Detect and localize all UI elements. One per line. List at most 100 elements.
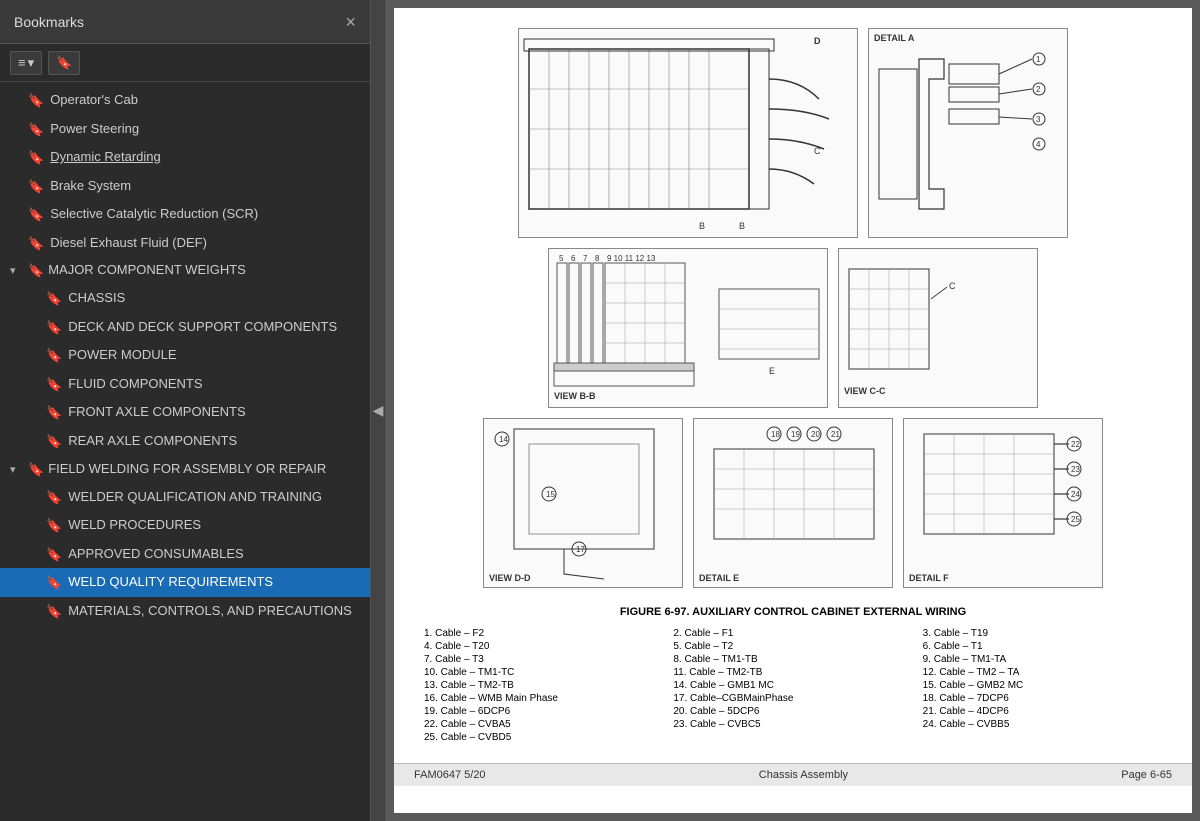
svg-text:20: 20	[811, 430, 820, 439]
svg-text:3: 3	[1036, 115, 1041, 124]
svg-text:15: 15	[546, 490, 555, 499]
svg-text:7: 7	[583, 254, 588, 263]
bookmark-label: Brake System	[50, 177, 360, 195]
diagram-row-top: B B C D DETAIL A	[424, 28, 1162, 238]
bookmark-icon: 🔖	[46, 603, 62, 621]
bookmark-icon: 🔖	[28, 149, 44, 167]
legend-item: 18. Cable – 7DCP6	[923, 693, 1162, 704]
bookmark-item-weld-procedures[interactable]: 🔖 WELD PROCEDURES	[0, 511, 370, 540]
legend-item: 22. Cable – CVBA5	[424, 719, 663, 730]
svg-text:DETAIL F: DETAIL F	[909, 573, 949, 583]
bookmark-icon: 🔖	[46, 574, 62, 592]
footer-left: FAM0647 5/20	[414, 769, 486, 781]
detail-a-drawing: DETAIL A 1 2 3	[868, 28, 1068, 238]
legend-item: 24. Cable – CVBB5	[923, 719, 1162, 730]
chevron-down-icon: ▾	[28, 55, 35, 71]
bookmark-item-welder-qual[interactable]: 🔖 WELDER QUALIFICATION AND TRAINING	[0, 483, 370, 512]
diagram-row-bottom: 14 15 17 VIEW D-D	[424, 418, 1162, 588]
view-options-button[interactable]: ≡ ▾	[10, 51, 42, 75]
bookmark-icon: 🔖	[46, 319, 62, 337]
legend-item: 3. Cable – T19	[923, 628, 1162, 639]
close-button[interactable]: ×	[345, 13, 356, 31]
legend-item: 20. Cable – 5DCP6	[673, 706, 912, 717]
section-label: FIELD WELDING FOR ASSEMBLY OR REPAIR	[48, 461, 360, 476]
svg-text:VIEW D-D: VIEW D-D	[489, 573, 531, 583]
bookmark-item-chassis[interactable]: 🔖 CHASSIS	[0, 284, 370, 313]
bookmark-label: Selective Catalytic Reduction (SCR)	[50, 205, 360, 223]
bookmark-icon-button[interactable]: 🔖	[48, 51, 80, 75]
legend-item: 19. Cable – 6DCP6	[424, 706, 663, 717]
svg-text:C: C	[814, 146, 821, 156]
bookmark-label: FRONT AXLE COMPONENTS	[68, 403, 360, 421]
svg-text:D: D	[814, 36, 821, 46]
section-field-welding[interactable]: ▾ 🔖 FIELD WELDING FOR ASSEMBLY OR REPAIR	[0, 456, 370, 483]
svg-text:1: 1	[1036, 55, 1041, 64]
section-label: MAJOR COMPONENT WEIGHTS	[48, 262, 360, 277]
main-content: B B C D DETAIL A	[386, 0, 1200, 821]
figure-caption: FIGURE 6-97. AUXILIARY CONTROL CABINET E…	[620, 606, 966, 618]
diagram-area: B B C D DETAIL A	[424, 28, 1162, 743]
legend-item: 21. Cable – 4DCP6	[923, 706, 1162, 717]
svg-text:21: 21	[831, 430, 840, 439]
collapse-sidebar-handle[interactable]: ◀	[370, 0, 386, 821]
legend-area: 1. Cable – F22. Cable – F13. Cable – T19…	[424, 628, 1162, 743]
svg-text:VIEW B-B: VIEW B-B	[554, 391, 596, 401]
bookmark-item-def[interactable]: 🔖 Diesel Exhaust Fluid (DEF)	[0, 229, 370, 258]
bookmark-item-scr[interactable]: 🔖 Selective Catalytic Reduction (SCR)	[0, 200, 370, 229]
main-cabinet-drawing: B B C D	[518, 28, 858, 238]
svg-text:19: 19	[791, 430, 800, 439]
bookmark-item-weld-quality[interactable]: 🔖 WELD QUALITY REQUIREMENTS	[0, 568, 370, 597]
bookmark-icon: 🔖	[56, 55, 72, 71]
bookmark-icon: 🔖	[46, 433, 62, 451]
view-cc-drawing: C VIEW C-C	[838, 248, 1038, 408]
legend-item: 7. Cable – T3	[424, 654, 663, 665]
bookmark-item-deck-support[interactable]: 🔖 DECK AND DECK SUPPORT COMPONENTS	[0, 313, 370, 342]
bookmark-item-power-steering[interactable]: 🔖 Power Steering	[0, 115, 370, 144]
bookmark-label: Power Steering	[50, 120, 360, 138]
bookmark-item-materials-controls[interactable]: 🔖 MATERIALS, CONTROLS, AND PRECAUTIONS	[0, 597, 370, 626]
bookmark-item-front-axle[interactable]: 🔖 FRONT AXLE COMPONENTS	[0, 398, 370, 427]
svg-text:2: 2	[1036, 85, 1041, 94]
bookmark-icon: 🔖	[46, 546, 62, 564]
legend-item: 13. Cable – TM2-TB	[424, 680, 663, 691]
chevron-left-icon: ◀	[373, 402, 384, 419]
bookmark-label: APPROVED CONSUMABLES	[68, 545, 360, 563]
pdf-page[interactable]: B B C D DETAIL A	[394, 8, 1192, 813]
svg-text:23: 23	[1071, 465, 1080, 474]
legend-item: 16. Cable – WMB Main Phase	[424, 693, 663, 704]
bookmark-item-operators-cab[interactable]: 🔖 Operator's Cab	[0, 86, 370, 115]
bookmark-label: Operator's Cab	[50, 91, 360, 109]
page-content: B B C D DETAIL A	[394, 8, 1192, 763]
legend-item: 14. Cable – GMB1 MC	[673, 680, 912, 691]
sidebar-toolbar: ≡ ▾ 🔖	[0, 44, 370, 82]
bookmark-item-power-module[interactable]: 🔖 POWER MODULE	[0, 341, 370, 370]
view-bb-drawing: 5 6 7 8 9 10 11 12 13	[548, 248, 828, 408]
svg-text:14: 14	[499, 435, 508, 444]
svg-text:VIEW C-C: VIEW C-C	[844, 386, 886, 396]
bookmark-icon: 🔖	[28, 206, 44, 224]
bookmark-icon: 🔖	[46, 404, 62, 422]
legend-item: 11. Cable – TM2-TB	[673, 667, 912, 678]
svg-text:C: C	[949, 281, 956, 291]
bookmark-icon: 🔖	[46, 376, 62, 394]
bookmark-label: POWER MODULE	[68, 346, 360, 364]
detail-f-drawing: 22 23 24 25	[903, 418, 1103, 588]
bookmark-label: CHASSIS	[68, 289, 360, 307]
svg-text:E: E	[769, 366, 775, 376]
bookmark-item-brake-system[interactable]: 🔖 Brake System	[0, 172, 370, 201]
svg-text:24: 24	[1071, 490, 1080, 499]
svg-text:B: B	[699, 221, 705, 231]
bookmark-item-dynamic-retarding[interactable]: 🔖 Dynamic Retarding	[0, 143, 370, 172]
section-major-component-weights[interactable]: ▾ 🔖 MAJOR COMPONENT WEIGHTS	[0, 257, 370, 284]
bookmark-item-rear-axle[interactable]: 🔖 REAR AXLE COMPONENTS	[0, 427, 370, 456]
svg-text:18: 18	[771, 430, 780, 439]
bookmark-item-approved-consumables[interactable]: 🔖 APPROVED CONSUMABLES	[0, 540, 370, 569]
bookmark-icon: 🔖	[28, 263, 44, 279]
list-icon: ≡	[18, 55, 26, 70]
svg-text:8: 8	[595, 254, 600, 263]
footer-right: Page 6-65	[1121, 769, 1172, 781]
bookmark-item-fluid-components[interactable]: 🔖 FLUID COMPONENTS	[0, 370, 370, 399]
bookmark-icon: 🔖	[28, 462, 44, 478]
bookmark-label: Dynamic Retarding	[50, 148, 360, 166]
legend-item: 12. Cable – TM2 – TA	[923, 667, 1162, 678]
